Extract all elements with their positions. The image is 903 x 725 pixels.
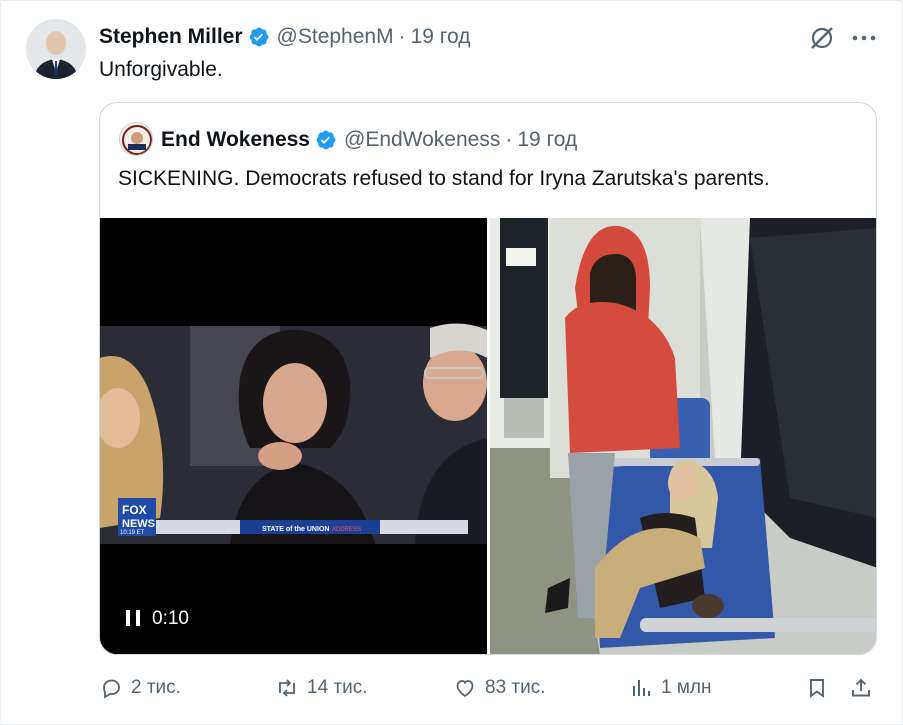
- tweet-actions: 2 тис. 14 тис. 83 тис. 1 млн: [99, 672, 879, 704]
- reply-count: 2 тис.: [131, 677, 181, 698]
- tweet-text: Unforgivable.: [99, 58, 223, 81]
- verified-badge-icon: [248, 26, 270, 48]
- bookmark-button[interactable]: [805, 672, 837, 704]
- heart-icon: [456, 680, 474, 698]
- author-avatar[interactable]: [26, 19, 86, 79]
- repost-button[interactable]: 14 тис.: [275, 672, 368, 704]
- broadcast-banner: STATE of the UNION: [262, 526, 329, 533]
- grok-icon[interactable]: [807, 23, 837, 53]
- quoted-header: End Wokeness @EndWokeness · 19 год: [161, 124, 577, 156]
- separator-dot: ·: [505, 128, 513, 151]
- like-button[interactable]: 83 тис.: [453, 672, 546, 704]
- quoted-tweet[interactable]: End Wokeness @EndWokeness · 19 год SICKE…: [99, 102, 877, 655]
- analytics-icon: [633, 680, 650, 696]
- repost-count: 14 тис.: [307, 677, 368, 698]
- video-player[interactable]: FOX NEWS 10:19 ET STATE of the UNION ADD…: [100, 218, 487, 654]
- more-options-icon[interactable]: [849, 23, 879, 53]
- share-icon: [852, 678, 870, 697]
- views-button[interactable]: 1 млн: [629, 672, 712, 704]
- video-time: 0:10: [152, 608, 189, 629]
- quoted-timestamp[interactable]: 19 год: [517, 128, 577, 152]
- quoted-text: SICKENING. Democrats refused to stand fo…: [118, 167, 770, 190]
- tweet-timestamp[interactable]: 19 год: [411, 25, 471, 49]
- video-controls: 0:10: [126, 608, 189, 630]
- bookmark-icon: [810, 679, 824, 698]
- pause-icon[interactable]: [126, 610, 140, 628]
- separator-dot: ·: [398, 25, 406, 48]
- fox-logo-bottom: NEWS: [122, 518, 155, 530]
- reply-icon: [103, 679, 120, 699]
- quoted-author-handle[interactable]: @EndWokeness: [344, 128, 500, 152]
- fox-logo-top: FOX: [122, 503, 147, 517]
- view-count: 1 млн: [661, 677, 712, 698]
- author-handle[interactable]: @StephenM: [277, 25, 394, 49]
- repost-icon: [279, 679, 295, 697]
- attached-image[interactable]: [490, 218, 876, 654]
- broadcast-clock: 10:19 ET: [120, 530, 145, 536]
- tweet[interactable]: Stephen Miller @StephenM · 19 год Unforg…: [0, 0, 903, 725]
- tweet-header: Stephen Miller @StephenM · 19 год: [99, 21, 470, 53]
- broadcast-banner-suffix: ADDRESS: [332, 527, 361, 533]
- verified-badge-icon: [315, 129, 337, 151]
- reply-button[interactable]: 2 тис.: [99, 672, 181, 704]
- author-name[interactable]: Stephen Miller: [99, 25, 243, 49]
- like-count: 83 тис.: [485, 677, 546, 698]
- quoted-author-name[interactable]: End Wokeness: [161, 128, 310, 152]
- quoted-author-avatar[interactable]: [119, 122, 153, 156]
- share-button[interactable]: [849, 672, 881, 704]
